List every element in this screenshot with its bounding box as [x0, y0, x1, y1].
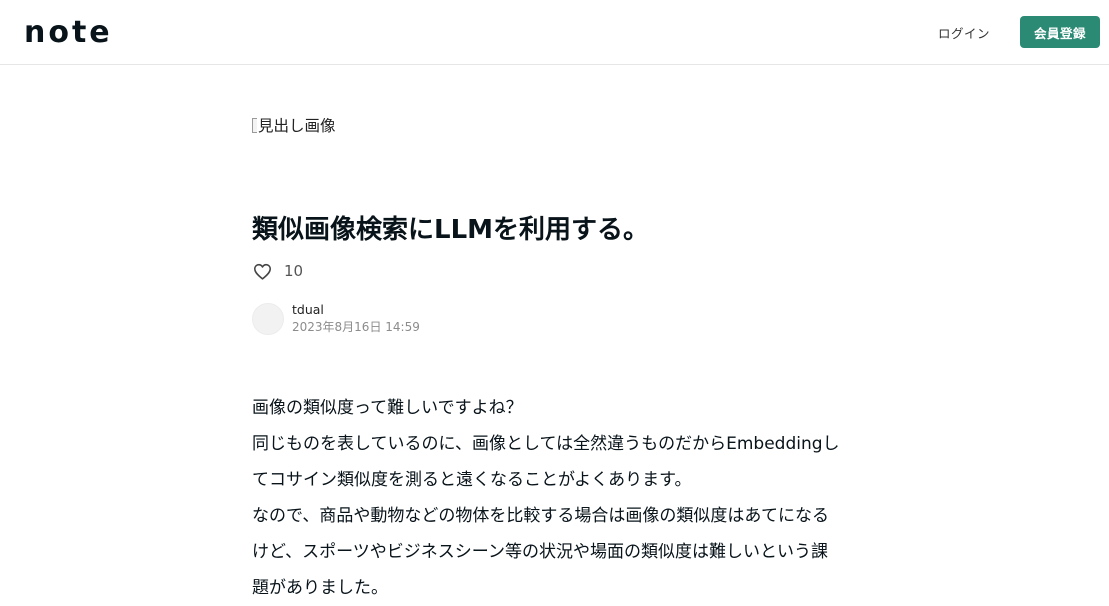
body-line: てコサイン類似度を測ると遠くなることがよくあります。 — [252, 470, 692, 490]
body-line: けど、スポーツやビジネスシーン等の状況や場面の類似度は難しいという課 — [252, 542, 828, 562]
hero-image-alt: 見出し画像 — [258, 117, 336, 135]
author-info: tdual 2023年8月16日 14:59 — [252, 302, 420, 336]
broken-image-icon — [252, 117, 257, 133]
login-button[interactable]: ログイン — [926, 17, 1002, 47]
heart-icon[interactable] — [252, 261, 272, 281]
body-line: 題がありました。 — [252, 578, 388, 598]
like-row: 10 — [252, 260, 303, 282]
signup-button[interactable]: 会員登録 — [1020, 16, 1100, 48]
article-title: 類似画像検索にLLMを利用する。 — [252, 215, 650, 245]
like-count: 10 — [284, 262, 304, 280]
post-date: 2023年8月16日 14:59 — [292, 320, 420, 334]
article-body: 画像の類似度って難しいですよね？ 同じものを表しているのに、画像としては全然違う… — [252, 390, 872, 606]
author-name[interactable]: tdual — [292, 302, 420, 318]
note-logo[interactable]: note — [24, 18, 113, 48]
body-line: なので、商品や動物などの物体を比較する場合は画像の類似度はあてになる — [252, 506, 829, 526]
avatar[interactable] — [252, 303, 284, 335]
hero-image: 見出し画像 — [252, 114, 336, 136]
body-line: 同じものを表しているのに、画像としては全然違うものだからEmbeddingし — [252, 434, 840, 454]
site-header: note ログイン 会員登録 — [0, 0, 1109, 65]
body-line: 画像の類似度って難しいですよね？ — [252, 398, 523, 418]
